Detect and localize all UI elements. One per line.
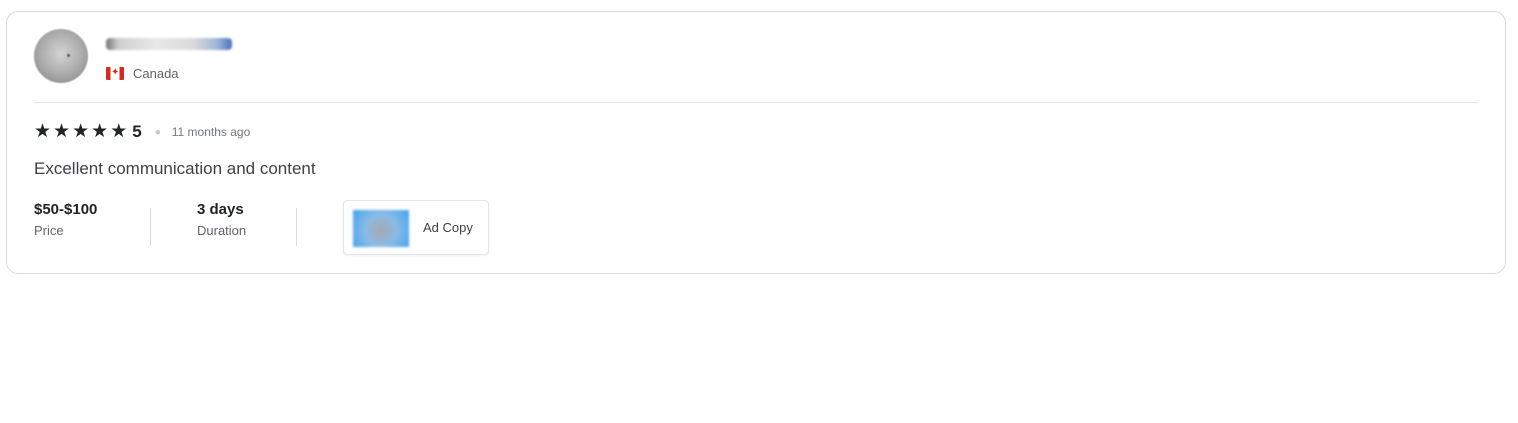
star-rating: ★ ★ ★ ★ ★ xyxy=(34,122,129,142)
gig-thumbnail[interactable] xyxy=(353,210,409,247)
price-label: Price xyxy=(34,223,64,238)
star-icon: ★ xyxy=(53,121,71,142)
review-meta: $50-$100 Price 3 days Duration Ad Copy xyxy=(34,200,934,260)
rating-score: 5 xyxy=(132,122,142,141)
price-value: $50-$100 xyxy=(34,201,98,218)
review-time: 11 months ago xyxy=(171,125,251,139)
gig-card[interactable]: Ad Copy xyxy=(343,200,489,255)
canada-flag-icon xyxy=(106,65,124,81)
duration-info: 3 days Duration xyxy=(197,200,246,238)
divider xyxy=(34,102,1478,103)
meta-divider xyxy=(150,208,151,246)
reviewer-header: Canada xyxy=(34,29,634,85)
reviewer-username[interactable] xyxy=(106,38,232,50)
star-icon: ★ xyxy=(110,121,128,142)
duration-label: Duration xyxy=(197,223,247,238)
meta-divider xyxy=(296,208,297,246)
star-icon: ★ xyxy=(34,121,52,142)
star-icon: ★ xyxy=(72,121,90,142)
rating-row: ★ ★ ★ ★ ★ 5 ● 11 months ago xyxy=(34,121,250,143)
duration-value: 3 days xyxy=(197,201,244,218)
reviewer-country: Canada xyxy=(106,65,179,81)
review-text: Excellent communication and content xyxy=(34,159,316,178)
separator-dot: ● xyxy=(154,126,161,138)
country-name: Canada xyxy=(133,66,179,81)
avatar[interactable] xyxy=(34,29,88,83)
gig-title[interactable]: Ad Copy xyxy=(423,220,473,235)
review-card: Canada ★ ★ ★ ★ ★ 5 ● 11 months ago Excel… xyxy=(6,11,1506,274)
price-info: $50-$100 Price xyxy=(34,200,97,238)
star-icon: ★ xyxy=(91,121,109,142)
